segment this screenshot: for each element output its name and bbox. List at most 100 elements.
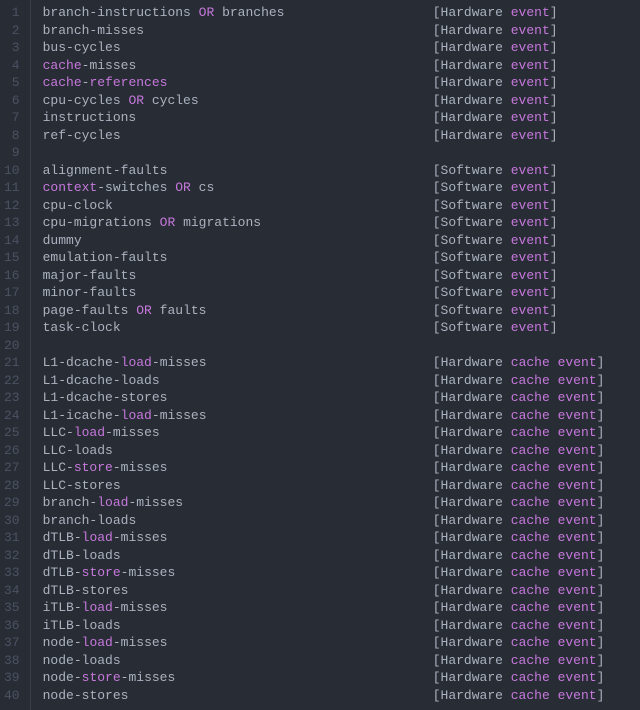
event-token <box>550 548 558 563</box>
token-punct: - <box>74 320 82 335</box>
event-tag: [Software event] <box>433 179 558 197</box>
event-token: [ <box>433 250 441 265</box>
token-plain: L1 <box>43 408 59 423</box>
padding <box>136 512 432 530</box>
event-tag: [Software event] <box>433 214 558 232</box>
token-plain: task <box>43 320 74 335</box>
token-plain: stores <box>121 390 168 405</box>
line-number: 40 <box>4 687 24 705</box>
padding <box>136 284 432 302</box>
event-token: ] <box>550 5 558 20</box>
event-token: event <box>511 250 550 265</box>
event-token: [ <box>433 460 441 475</box>
event-tag: [Hardware cache event] <box>433 442 605 460</box>
token-plain: bus <box>43 40 66 55</box>
line-number: 8 <box>4 127 24 145</box>
event-token: [ <box>433 390 441 405</box>
token-plain: dTLB <box>43 583 74 598</box>
token-keyword: OR <box>175 180 191 195</box>
event-token: cache <box>511 618 550 633</box>
token-punct: - <box>113 373 121 388</box>
token-plain: ref <box>43 128 66 143</box>
event-token: Hardware <box>441 600 511 615</box>
code-line <box>31 337 640 355</box>
token-plain: faults <box>152 303 207 318</box>
event-tag: [Hardware cache event] <box>433 599 605 617</box>
token-plain: branch <box>43 5 90 20</box>
token-punct: - <box>58 408 66 423</box>
event-token: ] <box>550 320 558 335</box>
line-number: 31 <box>4 529 24 547</box>
event-tag: [Software event] <box>433 162 558 180</box>
event-token: Hardware <box>441 443 511 458</box>
token-plain: switches <box>105 180 175 195</box>
padding <box>207 354 433 372</box>
event-tag: [Hardware event] <box>433 109 558 127</box>
event-token: Software <box>441 233 511 248</box>
event-token: [ <box>433 23 441 38</box>
event-tag: [Hardware cache event] <box>433 652 605 670</box>
event-token: [ <box>433 513 441 528</box>
padding <box>144 22 433 40</box>
event-token: [ <box>433 355 441 370</box>
code-tokens: node-store-misses <box>43 669 176 687</box>
code-tokens: dTLB-loads <box>43 547 121 565</box>
line-number: 34 <box>4 582 24 600</box>
padding <box>284 4 432 22</box>
code-line: L1-dcache-loads [Hardware cache event] <box>31 372 640 390</box>
code-tokens: dTLB-load-misses <box>43 529 168 547</box>
line-number: 16 <box>4 267 24 285</box>
event-token: ] <box>550 58 558 73</box>
event-token: [ <box>433 583 441 598</box>
event-token: [ <box>433 478 441 493</box>
event-tag: [Hardware cache event] <box>433 407 605 425</box>
code-editor[interactable]: 1234567891011121314151617181920212223242… <box>0 0 640 710</box>
event-tag: [Hardware cache event] <box>433 617 605 635</box>
code-tokens: branch-load-misses <box>43 494 183 512</box>
padding <box>128 687 432 705</box>
event-token: Hardware <box>441 355 511 370</box>
event-token: event <box>511 180 550 195</box>
code-content[interactable]: branch-instructions OR branches [Hardwar… <box>31 0 640 710</box>
event-token: ] <box>597 478 605 493</box>
token-plain: LLC <box>43 443 66 458</box>
token-plain: instructions <box>43 110 137 125</box>
token-plain: faults <box>89 268 136 283</box>
event-token <box>550 478 558 493</box>
token-punct: - <box>113 408 121 423</box>
event-token: Hardware <box>441 513 511 528</box>
code-line: node-stores [Hardware cache event] <box>31 687 640 705</box>
token-ident: references <box>89 75 167 90</box>
event-token: ] <box>597 618 605 633</box>
code-line: dTLB-store-misses [Hardware cache event] <box>31 564 640 582</box>
event-token: ] <box>550 93 558 108</box>
event-token: [ <box>433 93 441 108</box>
line-number: 29 <box>4 494 24 512</box>
code-line: L1-dcache-stores [Hardware cache event] <box>31 389 640 407</box>
code-tokens: bus-cycles <box>43 39 121 57</box>
event-token: Hardware <box>441 565 511 580</box>
token-plain: clock <box>74 198 113 213</box>
event-token: [ <box>433 110 441 125</box>
event-token <box>550 635 558 650</box>
token-plain: loads <box>82 618 121 633</box>
padding <box>160 372 433 390</box>
token-plain: L1 <box>43 390 59 405</box>
token-plain: dTLB <box>43 548 74 563</box>
event-token: ] <box>550 233 558 248</box>
code-tokens: LLC-store-misses <box>43 459 168 477</box>
token-punct: - <box>66 425 74 440</box>
event-token <box>550 670 558 685</box>
token-punct: - <box>74 303 82 318</box>
token-punct: - <box>66 460 74 475</box>
token-keyword: OR <box>128 93 144 108</box>
event-token: [ <box>433 163 441 178</box>
line-number: 10 <box>4 162 24 180</box>
event-token: ] <box>597 495 605 510</box>
event-tag: [Software event] <box>433 319 558 337</box>
token-plain: migrations <box>175 215 261 230</box>
event-token: cache <box>511 390 550 405</box>
token-plain: dTLB <box>43 530 74 545</box>
event-token: cache <box>511 688 550 703</box>
event-token: cache <box>511 408 550 423</box>
